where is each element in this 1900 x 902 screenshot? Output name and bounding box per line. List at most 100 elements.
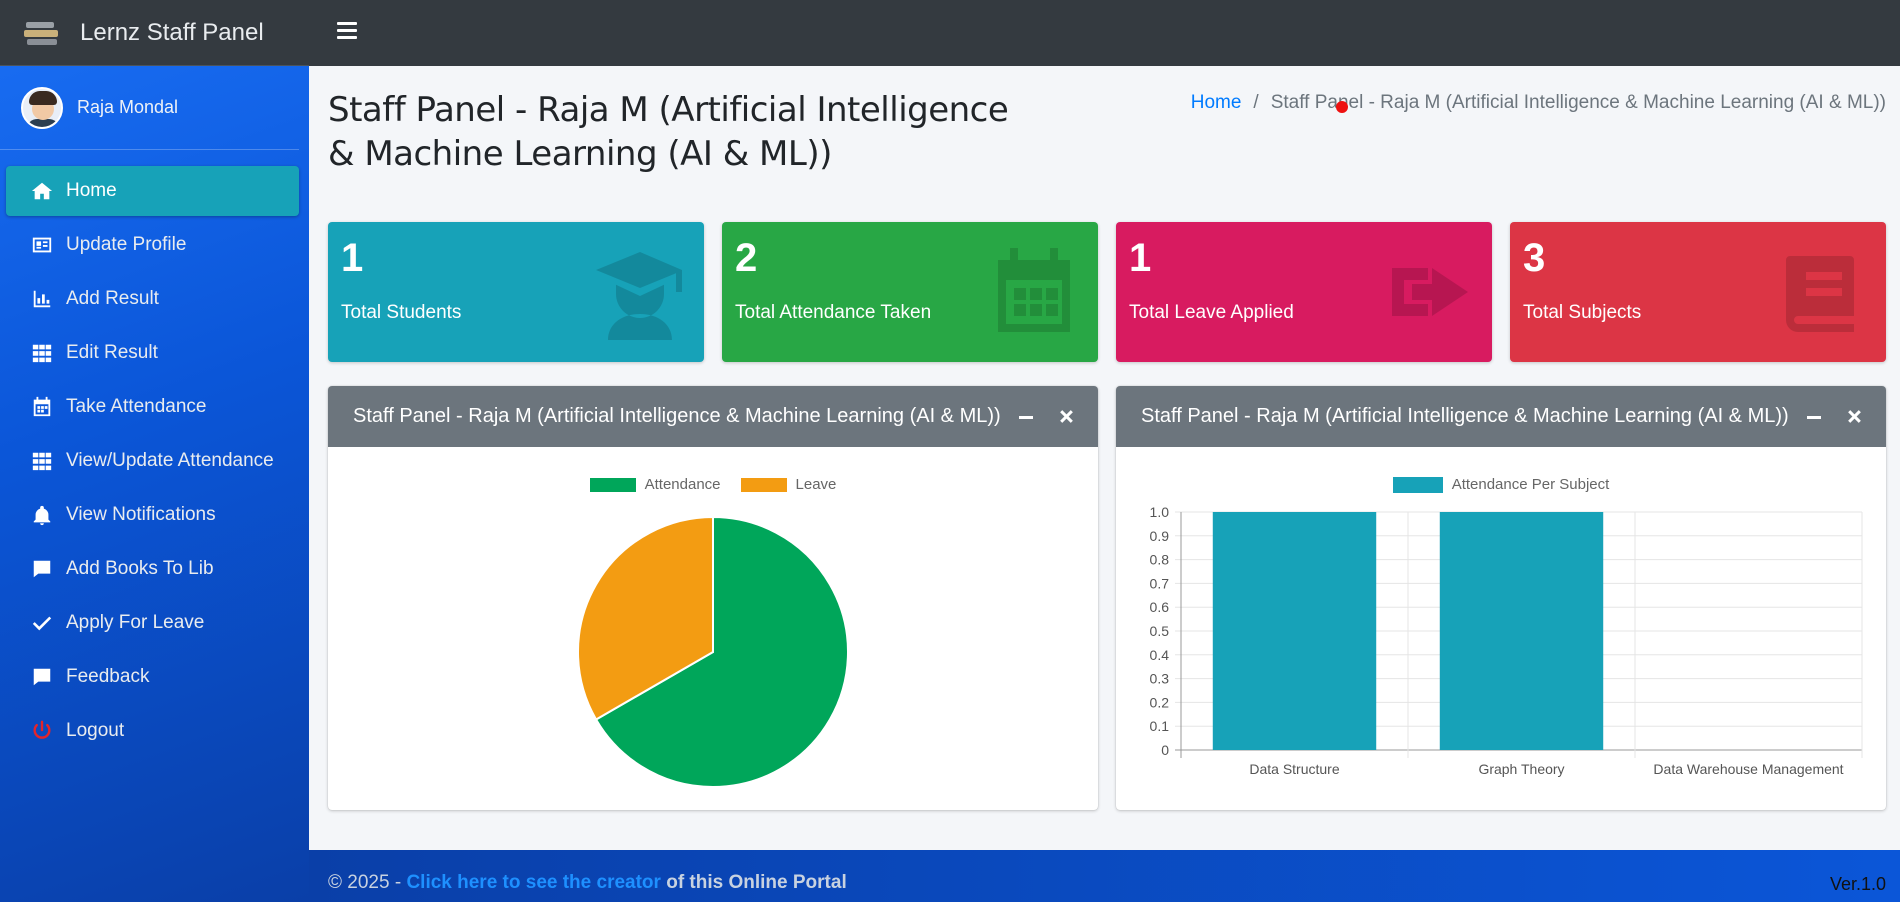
bell-icon xyxy=(30,504,54,526)
collapse-minus-icon[interactable] xyxy=(1802,404,1826,428)
footer: © 2025 - Click here to see the creator o… xyxy=(309,850,1900,902)
pie-chart-area: Attendance Leave xyxy=(328,447,1098,810)
power-icon xyxy=(30,720,54,742)
calendar-icon xyxy=(986,244,1082,340)
stat-value: 3 xyxy=(1523,236,1546,280)
y-tick-label: 0.1 xyxy=(1150,718,1170,734)
y-tick-label: 0.8 xyxy=(1150,552,1170,568)
stat-label: Total Leave Applied xyxy=(1129,302,1294,323)
card-title: Staff Panel - Raja M (Artificial Intelli… xyxy=(1141,405,1789,427)
sidebar-item-add-books-to-lib[interactable]: Add Books To Lib xyxy=(6,544,299,594)
stat-label: Total Students xyxy=(341,302,462,323)
card-tools xyxy=(998,404,1078,428)
stat-label: Total Attendance Taken xyxy=(735,302,932,323)
y-tick-label: 0.2 xyxy=(1150,694,1170,710)
brand-link[interactable]: Lernz Staff Panel xyxy=(0,0,309,66)
bar-graph-theory xyxy=(1439,512,1604,750)
stat-value: 2 xyxy=(735,236,758,280)
calendar-icon xyxy=(30,396,54,418)
sidebar-item-label: Feedback xyxy=(66,666,150,687)
stat-box-total-attendance[interactable]: 2 Total Attendance Taken xyxy=(722,222,1098,362)
bar-chart: 0 0.1 0.2 0.3 0.4 0.5 0.6 0.7 0.8 0.9 1.0 Data Stru… xyxy=(1150,504,1863,777)
grid-icon xyxy=(30,450,54,472)
stat-label: Total Subjects xyxy=(1523,302,1642,323)
top-navbar xyxy=(309,0,1900,66)
id-card-icon xyxy=(30,234,54,256)
hamburger-menu-icon[interactable] xyxy=(337,22,357,42)
comment-icon xyxy=(30,666,54,688)
sidebar-item-update-profile[interactable]: Update Profile xyxy=(6,220,299,270)
sidebar-nav: Home Update Profile Add Result Edit Resu… xyxy=(0,150,309,756)
user-name: Raja Mondal xyxy=(77,97,179,117)
sidebar: Lernz Staff Panel Raja Mondal Home Updat… xyxy=(0,0,309,902)
user-panel[interactable]: Raja Mondal xyxy=(0,66,299,150)
collapse-minus-icon[interactable] xyxy=(1014,404,1038,428)
breadcrumb: Home / Staff Panel - Raja M (Artificial In… xyxy=(1191,92,1886,114)
sidebar-item-take-attendance[interactable]: Take Attendance xyxy=(6,382,299,432)
sidebar-item-add-result[interactable]: Add Result xyxy=(6,274,299,324)
books-logo-icon xyxy=(24,20,60,46)
cursor-dot xyxy=(1336,101,1348,113)
sidebar-item-home[interactable]: Home xyxy=(6,166,299,216)
sidebar-item-label: Apply For Leave xyxy=(66,612,205,633)
y-tick-label: 0 xyxy=(1161,742,1169,758)
bar-chart-area: Attendance Per Subject 0 0.1 0.2 0.3 0.4 0.5 0… xyxy=(1116,447,1886,810)
grid-icon xyxy=(30,342,54,364)
graduate-icon xyxy=(592,244,688,340)
breadcrumb-home-link[interactable]: Home xyxy=(1191,92,1242,113)
stat-box-total-subjects[interactable]: 3 Total Subjects xyxy=(1510,222,1886,362)
version-label: Ver.1.0 xyxy=(1829,874,1886,894)
close-icon[interactable] xyxy=(1842,404,1866,428)
card-header: Staff Panel - Raja M (Artificial Intelli… xyxy=(1116,386,1886,447)
avatar xyxy=(21,86,63,129)
breadcrumb-separator: / xyxy=(1253,92,1259,113)
x-tick-label: Graph Theory xyxy=(1478,761,1564,777)
sidebar-item-label: Take Attendance xyxy=(66,396,207,417)
stat-boxes: 1 Total Students 2 Total Attendance Take… xyxy=(328,222,1888,362)
bar-data-structure xyxy=(1212,512,1377,750)
home-icon xyxy=(30,180,54,202)
sidebar-item-view-notifications[interactable]: View Notifications xyxy=(6,490,299,540)
attendance-bar-card: Staff Panel - Raja M (Artificial Intelli… xyxy=(1116,386,1886,810)
card-header: Staff Panel - Raja M (Artificial Intelli… xyxy=(328,386,1098,447)
y-tick-label: 0.4 xyxy=(1150,647,1170,663)
y-tick-label: 0.5 xyxy=(1150,623,1170,639)
sidebar-item-label: Add Books To Lib xyxy=(66,558,214,579)
sidebar-item-view-update-attendance[interactable]: View/Update Attendance xyxy=(6,436,299,486)
comment-icon xyxy=(30,558,54,580)
check-icon xyxy=(30,612,54,634)
sidebar-item-label: View/Update Attendance xyxy=(66,450,274,471)
share-icon xyxy=(1380,244,1476,340)
stat-box-total-leave[interactable]: 1 Total Leave Applied xyxy=(1116,222,1492,362)
brand-title: Lernz Staff Panel xyxy=(80,18,264,46)
y-tick-label: 0.7 xyxy=(1150,575,1170,591)
footer-copyright: © 2025 - Click here to see the creator o… xyxy=(328,872,847,894)
footer-suffix: of this Online Portal xyxy=(660,872,847,893)
y-tick-label: 0.9 xyxy=(1150,528,1170,544)
book-icon xyxy=(1774,244,1870,340)
y-tick-label: 1.0 xyxy=(1150,504,1170,520)
stat-value: 1 xyxy=(341,236,364,280)
stat-box-total-students[interactable]: 1 Total Students xyxy=(328,222,704,362)
y-tick-label: 0.3 xyxy=(1150,671,1170,687)
sidebar-item-label: Home xyxy=(66,180,117,201)
x-tick-label: Data Warehouse Management xyxy=(1653,761,1843,777)
sidebar-item-label: Edit Result xyxy=(66,342,158,363)
sidebar-item-label: Update Profile xyxy=(66,234,187,255)
pie-chart xyxy=(577,515,849,788)
card-title: Staff Panel - Raja M (Artificial Intelli… xyxy=(353,405,1001,427)
sidebar-item-label: Logout xyxy=(66,720,125,741)
sidebar-item-apply-for-leave[interactable]: Apply For Leave xyxy=(6,598,299,648)
breadcrumb-current: Staff Panel - Raja M (Artificial Intelli… xyxy=(1270,92,1886,113)
sidebar-item-edit-result[interactable]: Edit Result xyxy=(6,328,299,378)
sidebar-item-feedback[interactable]: Feedback xyxy=(6,652,299,702)
sidebar-item-label: View Notifications xyxy=(66,504,216,525)
content-wrapper: Staff Panel - Raja M (Artificial Intelli… xyxy=(309,66,1900,850)
close-icon[interactable] xyxy=(1054,404,1078,428)
footer-prefix: © 2025 - xyxy=(328,872,407,893)
creator-link[interactable]: Click here to see the creator xyxy=(406,872,661,893)
sidebar-item-logout[interactable]: Logout xyxy=(6,706,299,756)
sidebar-item-label: Add Result xyxy=(66,288,159,309)
y-tick-label: 0.6 xyxy=(1150,599,1170,615)
x-tick-label: Data Structure xyxy=(1249,761,1339,777)
